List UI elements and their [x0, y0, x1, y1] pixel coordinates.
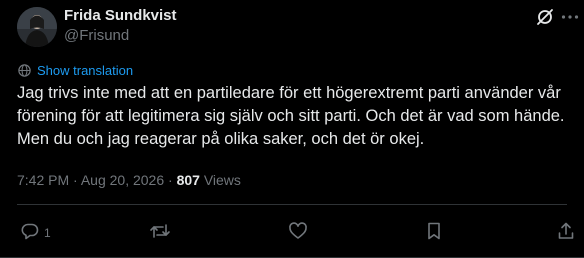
tweet-time[interactable]: 7:42 PM — [17, 172, 69, 188]
action-divider — [17, 204, 567, 205]
bookmark-icon — [428, 222, 440, 240]
bookmark-button[interactable] — [424, 220, 444, 242]
grok-slash-icon[interactable] — [535, 7, 555, 27]
share-button[interactable] — [556, 220, 576, 242]
reply-icon — [21, 223, 39, 240]
meta-separator: · — [73, 172, 78, 188]
reply-button[interactable]: 1 — [20, 220, 51, 242]
tweet-text: Jag trivs inte med att en partiledare fö… — [17, 84, 565, 148]
views-label: Views — [203, 172, 241, 188]
more-dots-icon[interactable] — [560, 7, 580, 27]
avatar[interactable] — [17, 7, 57, 47]
retweet-icon — [150, 224, 170, 238]
show-translation-label: Show translation — [37, 62, 134, 78]
reply-count: 1 — [44, 226, 51, 240]
share-icon — [558, 222, 574, 239]
globe-icon — [18, 63, 31, 77]
like-button[interactable] — [288, 220, 308, 242]
views-count: 807 — [176, 172, 200, 188]
meta-separator: · — [168, 172, 173, 188]
tweet-card: Frida Sundkvist @Frisund Show translatio… — [0, 0, 584, 258]
like-icon — [289, 222, 307, 239]
tweet-date[interactable]: Aug 20, 2026 — [81, 172, 164, 188]
author-handle[interactable]: @Frisund — [64, 27, 129, 44]
show-translation-link[interactable]: Show translation — [17, 62, 133, 78]
tweet-meta: 7:42 PM · Aug 20, 2026 · 807 Views — [17, 172, 241, 188]
author-name[interactable]: Frida Sundkvist — [64, 7, 177, 24]
retweet-button[interactable] — [149, 220, 171, 242]
